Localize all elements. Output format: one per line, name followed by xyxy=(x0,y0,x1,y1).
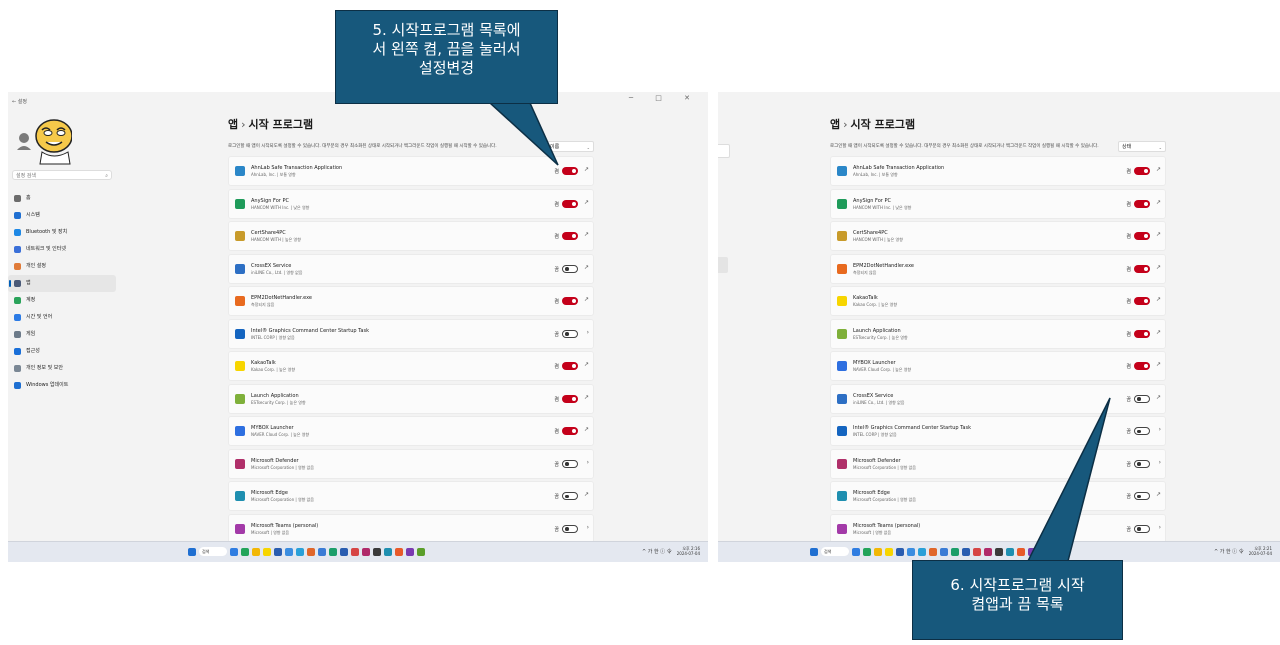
callout-5-line-2: 서 왼쪽 켬, 끔을 눌러서 xyxy=(372,40,521,58)
callout-step-5: 5. 시작프로그램 목록에 서 왼쪽 켬, 끔을 눌러서 설정변경 xyxy=(335,10,558,104)
callout-6-line-1: 6. 시작프로그램 시작 xyxy=(950,576,1085,594)
callout-5-line-1: 5. 시작프로그램 목록에 xyxy=(372,21,521,39)
callout-6-line-2: 켬앱과 끔 목록 xyxy=(971,595,1064,613)
callout-5-line-3: 설정변경 xyxy=(418,59,475,77)
callout-pointers xyxy=(488,102,1111,562)
callout-step-6: 6. 시작프로그램 시작 켬앱과 끔 목록 xyxy=(912,560,1123,640)
